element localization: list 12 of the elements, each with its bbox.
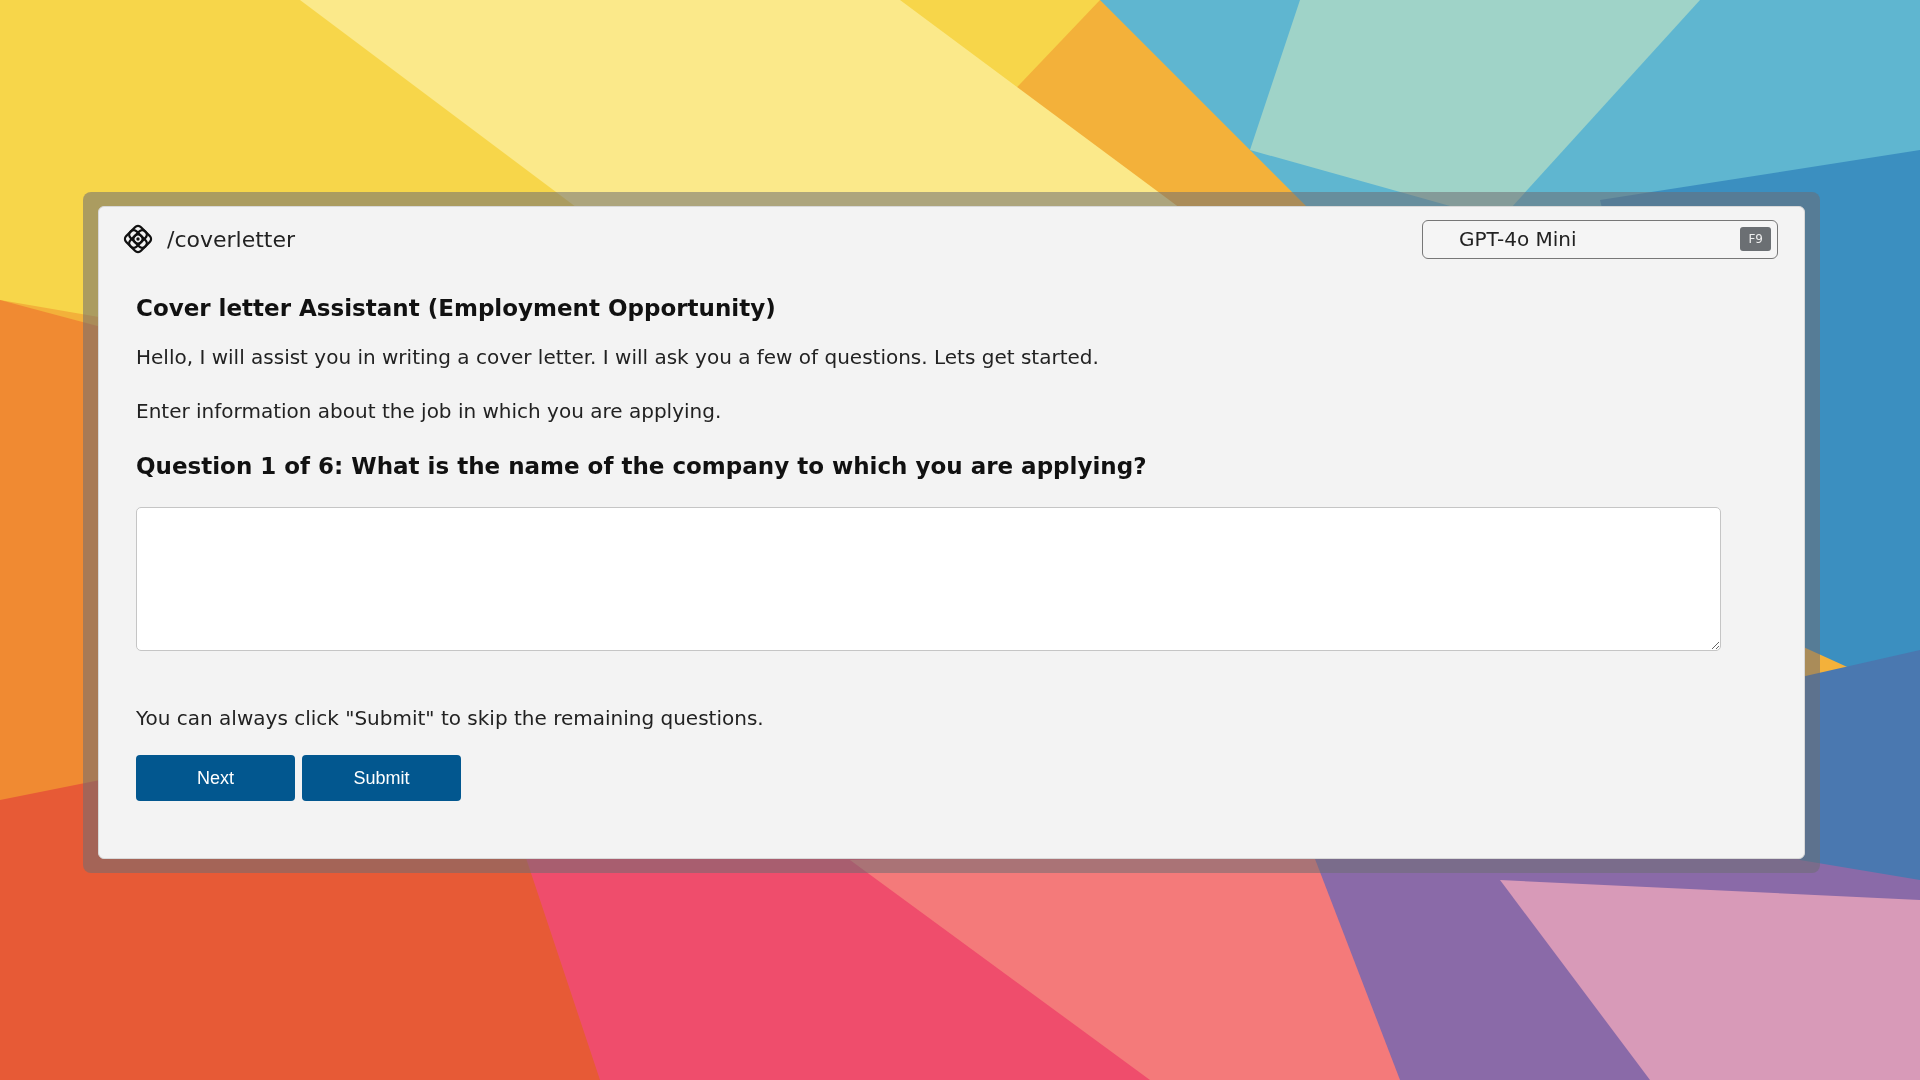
hint-text: You can always click "Submit" to skip the remaining questions. bbox=[136, 706, 765, 730]
question-text: Question 1 of 6: What is the name of the company to which you are applying? bbox=[136, 453, 1148, 479]
action-button[interactable]: Next bbox=[136, 755, 295, 801]
action-button[interactable]: Submit bbox=[302, 755, 461, 801]
shortcut-key: F9 bbox=[1740, 227, 1771, 251]
model-selector[interactable]: GPT-4o Mini F9 bbox=[1422, 219, 1778, 259]
assistant-title: Cover letter Assistant (Employment Opportunity) bbox=[136, 295, 777, 321]
intro-text: Hello, I will assist you in writing a cover letter. I will ask you a few of questions. Lets get started. bbox=[136, 345, 1100, 369]
intro-text: Enter information about the job in which you are applying. bbox=[136, 399, 723, 423]
knot-logo-icon bbox=[121, 222, 155, 256]
command-label: /coverletter bbox=[167, 226, 296, 252]
answer-field[interactable] bbox=[136, 507, 1721, 651]
